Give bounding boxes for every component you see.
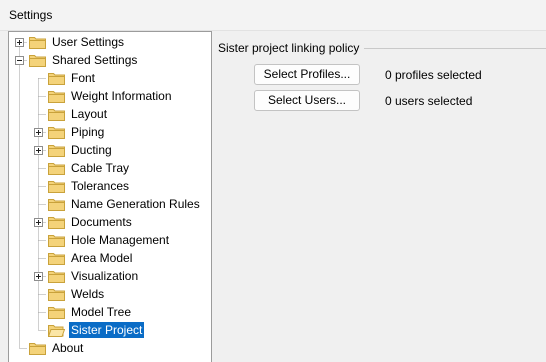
folder-icon xyxy=(48,217,65,229)
tree-item-label[interactable]: Ducting xyxy=(69,142,114,158)
tree-item-label[interactable]: Hole Management xyxy=(69,232,171,248)
expand-icon[interactable] xyxy=(34,272,43,281)
folder-icon xyxy=(48,145,65,157)
tree-item-label[interactable]: Shared Settings xyxy=(50,52,139,68)
select-profiles-button[interactable]: Select Profiles... xyxy=(254,64,360,85)
tree-item-label[interactable]: Welds xyxy=(69,286,106,302)
tree-item-label[interactable]: Visualization xyxy=(69,268,140,284)
folder-icon xyxy=(48,181,65,193)
folder-icon xyxy=(48,289,65,301)
folder-icon xyxy=(48,307,65,319)
expand-icon[interactable] xyxy=(34,128,43,137)
folder-icon xyxy=(48,109,65,121)
tree-item-label[interactable]: About xyxy=(50,340,85,356)
window-title: Settings xyxy=(9,8,53,22)
tree-item-label[interactable]: Name Generation Rules xyxy=(69,196,202,212)
folder-icon xyxy=(29,37,46,49)
folder-icon xyxy=(48,253,65,265)
profiles-status: 0 profiles selected xyxy=(385,68,482,82)
title-bar: Settings xyxy=(0,0,546,31)
tree-item-label[interactable]: Area Model xyxy=(69,250,134,266)
tree-item-label[interactable]: Model Tree xyxy=(69,304,133,320)
folder-icon xyxy=(48,235,65,247)
tree-item-label[interactable]: Font xyxy=(69,70,97,86)
expand-icon[interactable] xyxy=(34,218,43,227)
expand-icon[interactable] xyxy=(15,38,24,47)
tree-item-label[interactable]: Cable Tray xyxy=(69,160,131,176)
folder-icon xyxy=(48,91,65,103)
tree-item-label[interactable]: Tolerances xyxy=(69,178,131,194)
tree-item-label[interactable]: Layout xyxy=(69,106,109,122)
open-folder-icon xyxy=(48,325,65,337)
folder-icon xyxy=(48,271,65,283)
folder-icon xyxy=(48,73,65,85)
group-divider xyxy=(364,48,546,49)
settings-tree[interactable]: User Settings Shared Settings Font Weight I… xyxy=(8,31,212,362)
folder-icon xyxy=(29,55,46,67)
group-title: Sister project linking policy xyxy=(218,41,364,55)
users-status: 0 users selected xyxy=(385,94,473,108)
collapse-icon[interactable] xyxy=(15,56,24,65)
tree-item-label[interactable]: User Settings xyxy=(50,34,126,50)
folder-icon xyxy=(48,127,65,139)
tree-item-label[interactable]: Documents xyxy=(69,214,134,230)
tree-item-label[interactable]: Weight Information xyxy=(69,88,174,104)
tree-item-label[interactable]: Sister Project xyxy=(69,322,145,338)
folder-icon xyxy=(29,343,46,355)
select-users-button[interactable]: Select Users... xyxy=(254,90,360,111)
folder-icon xyxy=(48,163,65,175)
folder-icon xyxy=(48,199,65,211)
expand-icon[interactable] xyxy=(34,146,43,155)
tree-item-label[interactable]: Piping xyxy=(69,124,106,140)
